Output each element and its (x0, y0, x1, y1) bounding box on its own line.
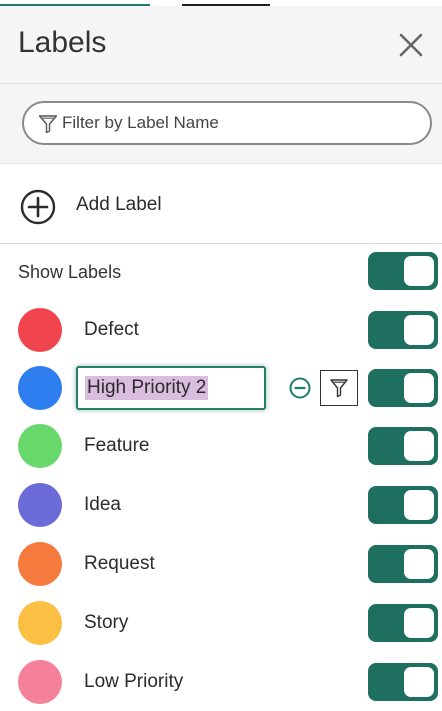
label-name: Low Priority (84, 671, 184, 692)
color-swatch[interactable] (18, 601, 62, 645)
label-name: Story (84, 612, 129, 633)
label-row-request[interactable]: Request (0, 535, 442, 593)
color-swatch[interactable] (18, 424, 62, 468)
toggle-knob (404, 667, 434, 697)
add-circle-icon (20, 189, 56, 230)
label-row-idea[interactable]: Idea (0, 476, 442, 534)
toggle-knob (404, 608, 434, 638)
label-name: Idea (84, 494, 121, 515)
label-row-story[interactable]: Story (0, 594, 442, 652)
filter-section (0, 84, 442, 164)
add-label-text: Add Label (76, 194, 162, 215)
close-icon (399, 33, 423, 57)
toggle-knob (404, 256, 434, 286)
toggle-knob (404, 431, 434, 461)
toggle-knob (404, 373, 434, 403)
label-visibility-toggle[interactable] (368, 545, 438, 583)
filter-icon (38, 114, 58, 139)
minus-circle-icon (289, 377, 311, 399)
color-swatch[interactable] (18, 308, 62, 352)
color-swatch[interactable] (18, 660, 62, 704)
selected-text: High Priority 2 (85, 376, 209, 400)
color-swatch[interactable] (18, 542, 62, 586)
label-visibility-toggle[interactable] (368, 663, 438, 701)
filter-icon (330, 379, 348, 398)
label-visibility-toggle[interactable] (368, 427, 438, 465)
label-name: Feature (84, 435, 150, 456)
panel-header: Labels (0, 6, 442, 84)
show-labels-toggle[interactable] (368, 252, 438, 290)
label-row-high-priority-2[interactable]: High Priority 2 (0, 359, 442, 417)
remove-label-button[interactable] (289, 377, 311, 404)
toggle-knob (404, 490, 434, 520)
label-visibility-toggle[interactable] (368, 604, 438, 642)
color-swatch[interactable] (18, 483, 62, 527)
label-name-input[interactable]: High Priority 2 (76, 366, 266, 410)
label-row-low-priority[interactable]: Low Priority (0, 653, 442, 711)
add-label-button[interactable]: Add Label (0, 164, 442, 244)
label-visibility-toggle[interactable] (368, 311, 438, 349)
color-swatch[interactable] (18, 366, 62, 410)
filter-by-label-button[interactable] (320, 370, 358, 406)
label-row-feature[interactable]: Feature (0, 417, 442, 475)
label-row-defect[interactable]: Defect (0, 301, 442, 359)
toggle-knob (404, 315, 434, 345)
filter-box[interactable] (22, 101, 432, 145)
label-name: Request (84, 553, 155, 574)
label-name: Defect (84, 319, 139, 340)
label-visibility-toggle[interactable] (368, 486, 438, 524)
show-labels-label: Show Labels (18, 262, 122, 282)
show-labels-row: Show Labels (0, 248, 442, 300)
close-button[interactable] (396, 30, 426, 60)
label-visibility-toggle[interactable] (368, 369, 438, 407)
filter-input[interactable] (62, 111, 422, 135)
page-title: Labels (18, 26, 107, 59)
toggle-knob (404, 549, 434, 579)
